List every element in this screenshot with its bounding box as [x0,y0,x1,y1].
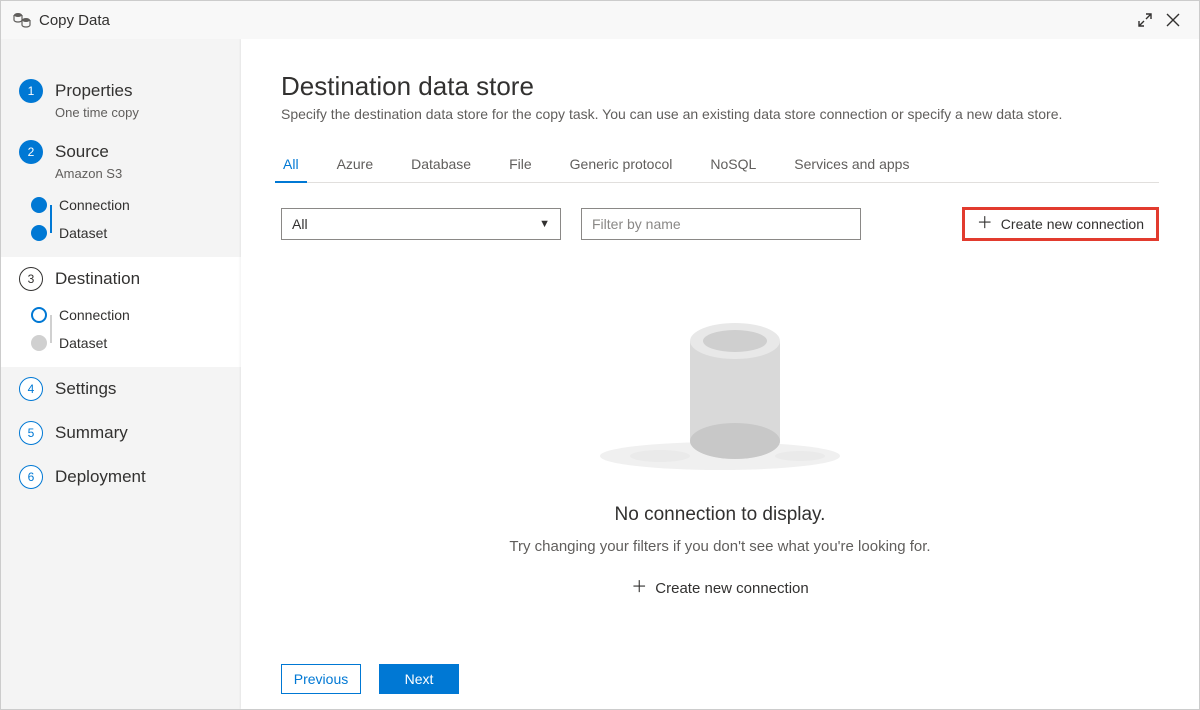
wizard-sidebar: 1 Properties One time copy 2 Source Amaz… [1,39,241,709]
copy-data-icon [13,12,31,28]
step-summary[interactable]: 5 Summary [1,411,241,455]
create-new-connection-button[interactable]: ＋ Create new connection [962,207,1159,241]
empty-state-subtitle: Try changing your filters if you don't s… [281,538,1159,555]
step-settings[interactable]: 4 Settings [1,367,241,411]
step-number: 6 [19,465,43,489]
substep-destination-connection[interactable]: Connection [31,301,241,329]
create-link-label: Create new connection [655,580,808,597]
step-dot-icon [31,197,47,213]
step-number: 1 [19,79,43,103]
chevron-down-icon: ▼ [539,218,550,230]
main-panel: Destination data store Specify the desti… [241,39,1199,709]
step-subtitle: One time copy [55,105,241,120]
step-label: Properties [55,81,132,101]
titlebar: Copy Data [1,1,1199,39]
step-properties[interactable]: 1 Properties One time copy [1,69,241,130]
plus-icon: ＋ [977,216,993,232]
substep-label: Connection [59,307,130,323]
category-tabs: All Azure Database File Generic protocol… [281,150,1159,183]
substep-label: Connection [59,197,130,213]
toolbar: All ▼ ＋ Create new connection [281,207,1159,241]
type-dropdown[interactable]: All ▼ [281,208,561,240]
window-title: Copy Data [39,12,110,29]
plus-icon: ＋ [631,580,647,596]
wizard-footer: Previous Next [241,649,1199,709]
step-deployment[interactable]: 6 Deployment [1,455,241,499]
close-icon[interactable] [1159,6,1187,34]
tab-services-apps[interactable]: Services and apps [792,150,911,182]
create-button-label: Create new connection [1001,216,1144,232]
step-dot-icon [31,335,47,351]
window: Copy Data 1 Properties One time copy [0,0,1200,710]
tab-all[interactable]: All [281,150,301,182]
create-new-connection-link[interactable]: ＋ Create new connection [631,580,808,597]
step-dot-icon [31,225,47,241]
step-label: Settings [55,379,116,399]
step-number: 3 [19,267,43,291]
substep-destination-dataset[interactable]: Dataset [31,329,241,357]
substep-label: Dataset [59,225,107,241]
substep-source-connection[interactable]: Connection [31,191,241,219]
step-number: 4 [19,377,43,401]
step-source[interactable]: 2 Source Amazon S3 Connection Dataset [1,130,241,257]
tab-nosql[interactable]: NoSQL [708,150,758,182]
previous-button[interactable]: Previous [281,664,361,694]
step-number: 5 [19,421,43,445]
step-subtitle: Amazon S3 [55,166,241,181]
tab-azure[interactable]: Azure [335,150,376,182]
step-label: Summary [55,423,128,443]
page-description: Specify the destination data store for t… [281,106,1159,122]
empty-state-title: No connection to display. [281,504,1159,526]
substep-label: Dataset [59,335,107,351]
tab-file[interactable]: File [507,150,534,182]
tab-generic-protocol[interactable]: Generic protocol [568,150,675,182]
page-title: Destination data store [281,71,1159,102]
step-label: Deployment [55,467,146,487]
step-dot-icon [31,307,47,323]
step-number: 2 [19,140,43,164]
substep-source-dataset[interactable]: Dataset [31,219,241,247]
filter-input[interactable] [581,208,861,240]
database-illustration-icon [570,281,870,484]
tab-database[interactable]: Database [409,150,473,182]
step-destination[interactable]: 3 Destination Connection Dataset [1,257,241,367]
empty-state: No connection to display. Try changing y… [281,281,1159,597]
next-button[interactable]: Next [379,664,459,694]
dropdown-value: All [292,216,308,232]
step-label: Destination [55,269,140,289]
expand-icon[interactable] [1131,6,1159,34]
step-label: Source [55,142,109,162]
